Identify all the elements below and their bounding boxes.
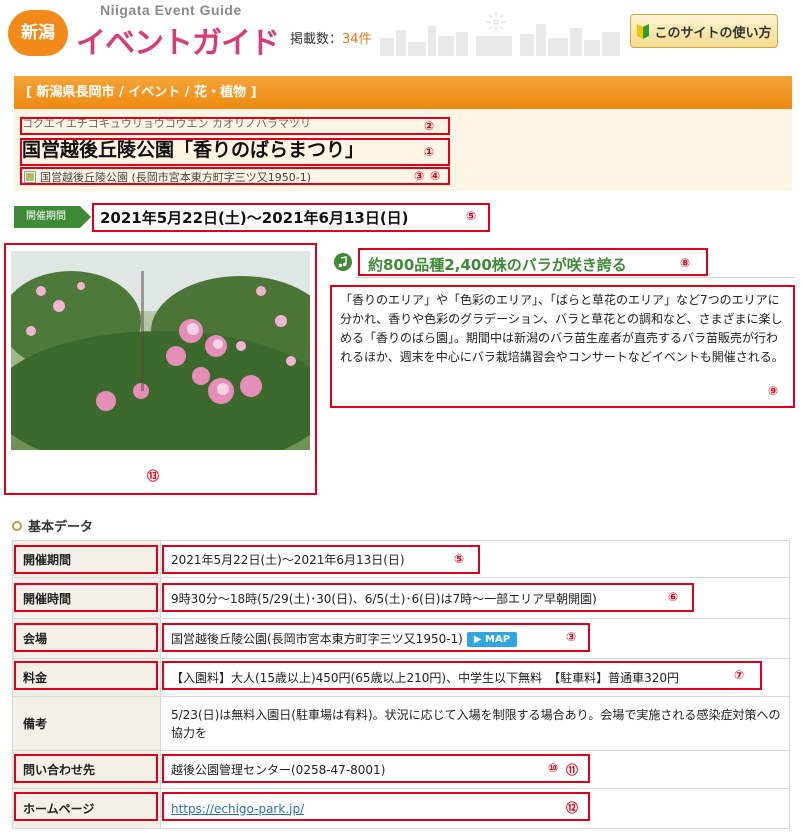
annotation-number-4: ④ — [430, 169, 441, 183]
annotation-number-8: ⑧ — [680, 256, 691, 270]
annotation-box-value-hours — [162, 583, 694, 612]
how-to-use-label: このサイトの使い方 — [654, 25, 772, 41]
annotation-box-label-contact — [14, 754, 158, 783]
site-header: 新潟 Niigata Event Guide イベントガイド 掲載数：34件 こ… — [0, 0, 803, 70]
city-skyline-illustration — [380, 12, 620, 56]
annotation-box-value-period — [162, 545, 480, 574]
annotation-number-3: ③ — [414, 169, 425, 183]
annotation-number-9: ⑨ — [768, 384, 779, 398]
annotation-box-label-venue — [14, 623, 158, 652]
annotation-number-11: ⑪ — [566, 763, 579, 777]
annotation-box-value-homepage — [162, 792, 590, 821]
basic-data-heading: 基本データ — [12, 516, 93, 535]
beginner-mark-icon — [637, 24, 650, 39]
row-label-notes: 備考 — [12, 696, 161, 751]
breadcrumb[interactable]: [ 新潟県長岡市 / イベント / 花・植物 ] — [14, 76, 792, 109]
annotation-number-5b: ⑤ — [454, 552, 465, 566]
annotation-box-period — [92, 203, 490, 232]
table-row: 備考 5/23(日)は無料入園日(駐車場は有料)。状況に応じて入場を制限する場合… — [12, 696, 790, 751]
annotation-number-13: ⑬ — [147, 469, 160, 483]
annotation-number-6: ⑥ — [668, 590, 679, 604]
annotation-number-7: ⑦ — [734, 668, 745, 682]
bullet-icon — [12, 520, 22, 531]
annotation-number-3b: ③ — [566, 630, 577, 644]
annotation-box-kana — [20, 117, 450, 135]
event-photo-roses[interactable] — [11, 251, 310, 450]
count-value: 34件 — [342, 32, 372, 47]
annotation-box-label-period — [14, 545, 158, 574]
period-tag: 開催期間 — [14, 206, 91, 228]
annotation-number-10: ⑩ — [548, 761, 559, 775]
annotation-number-5: ⑤ — [466, 209, 477, 223]
annotation-number-12: ⑫ — [566, 801, 579, 815]
annotation-box-value-contact — [162, 754, 590, 783]
music-note-icon — [334, 253, 352, 271]
annotation-box-label-hours — [14, 583, 158, 612]
listing-count: 掲載数：34件 — [290, 28, 372, 47]
logo-badge[interactable]: 新潟 — [8, 10, 68, 56]
annotation-box-catch — [358, 248, 708, 276]
logo-subtitle: Niigata Event Guide — [100, 2, 242, 18]
row-value-notes: 5/23(日)は無料入園日(駐車場は有料)。状況に応じて入場を制限する場合あり。… — [160, 696, 790, 751]
basic-data-title: 基本データ — [28, 520, 94, 535]
annotation-box-description — [330, 285, 795, 408]
annotation-box-label-homepage — [14, 792, 158, 821]
annotation-box-value-venue — [162, 623, 590, 652]
divider — [355, 277, 795, 278]
count-label: 掲載数： — [290, 32, 343, 47]
annotation-number-1: ① — [424, 145, 435, 159]
annotation-number-2: ② — [424, 119, 435, 133]
annotation-box-value-fee — [162, 661, 762, 690]
annotation-box-label-fee — [14, 661, 158, 690]
annotation-box-title — [20, 138, 450, 166]
annotation-box-venue — [20, 167, 450, 185]
how-to-use-button[interactable]: このサイトの使い方 — [630, 14, 778, 48]
logo-title[interactable]: イベントガイド — [76, 18, 280, 62]
